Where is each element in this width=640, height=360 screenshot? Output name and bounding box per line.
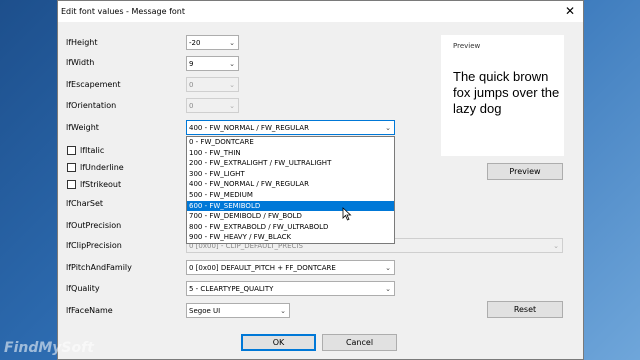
lfitalic-label: lfItalic	[80, 146, 105, 155]
lfquality-label: lfQuality	[66, 284, 100, 293]
lffacename-label: lfFaceName	[66, 306, 113, 315]
lfunderline-label: lfUnderline	[80, 163, 124, 172]
chevron-down-icon: ⌄	[229, 102, 235, 110]
weight-option[interactable]: 400 - FW_NORMAL / FW_REGULAR	[187, 179, 394, 190]
preview-sample-text: The quick brown fox jumps over the lazy …	[453, 69, 560, 116]
preview-caption: Preview	[453, 42, 481, 50]
chevron-down-icon[interactable]: ⌄	[229, 36, 235, 50]
width-spinbox[interactable]: 9 ⌄	[186, 56, 239, 71]
cancel-button[interactable]: Cancel	[322, 334, 397, 351]
weight-option[interactable]: 600 - FW_SEMIBOLD	[187, 200, 394, 212]
underline-checkbox[interactable]	[67, 163, 76, 172]
weight-option[interactable]: 800 - FW_EXTRABOLD / FW_ULTRABOLD	[187, 222, 394, 233]
orientation-value: 0	[189, 102, 194, 110]
lfpitchandfamily-label: lfPitchAndFamily	[66, 263, 132, 272]
height-value: -20	[189, 39, 201, 47]
preview-panel: Preview The quick brown fox jumps over t…	[441, 35, 564, 156]
weight-option[interactable]: 900 - FW_HEAVY / FW_BLACK	[187, 232, 394, 243]
pitchfamily-select[interactable]: 0 [0x00] DEFAULT_PITCH + FF_DONTCARE ⌄	[186, 260, 395, 275]
edit-font-dialog: Edit font values - Message font ✕ lfHeig…	[57, 0, 584, 360]
weight-option[interactable]: 500 - FW_MEDIUM	[187, 190, 394, 201]
weight-option[interactable]: 200 - FW_EXTRALIGHT / FW_ULTRALIGHT	[187, 158, 394, 169]
chevron-down-icon[interactable]: ⌄	[385, 261, 391, 275]
width-value: 9	[189, 60, 194, 68]
facename-value: Segoe UI	[189, 307, 221, 315]
lfwidth-label: lfWidth	[66, 58, 95, 67]
escapement-value: 0	[189, 81, 194, 89]
facename-select[interactable]: Segoe UI ⌄	[186, 303, 290, 318]
weight-value: 400 - FW_NORMAL / FW_REGULAR	[189, 124, 309, 132]
lfheight-label: lfHeight	[66, 38, 98, 47]
strikeout-checkbox[interactable]	[67, 180, 76, 189]
lfstrikeout-label: lfStrikeout	[80, 180, 122, 189]
title-bar: Edit font values - Message font ✕	[58, 1, 583, 22]
weight-option[interactable]: 100 - FW_THIN	[187, 148, 394, 159]
lfweight-label: lfWeight	[66, 123, 99, 132]
italic-checkbox[interactable]	[67, 146, 76, 155]
quality-select[interactable]: 5 - CLEARTYPE_QUALITY ⌄	[186, 281, 395, 296]
reset-button[interactable]: Reset	[487, 301, 563, 318]
dialog-footer: OK Cancel	[58, 326, 583, 359]
weight-option[interactable]: 0 - FW_DONTCARE	[187, 137, 394, 148]
lfoutprecision-label: lfOutPrecision	[66, 221, 122, 230]
weight-select[interactable]: 400 - FW_NORMAL / FW_REGULAR ⌄	[186, 120, 395, 135]
weight-option[interactable]: 700 - FW_DEMIBOLD / FW_BOLD	[187, 211, 394, 222]
mouse-cursor-icon	[342, 207, 352, 221]
escapement-spinbox: 0 ⌄	[186, 77, 239, 92]
lfclipprecision-label: lfClipPrecision	[66, 241, 122, 250]
chevron-down-icon[interactable]: ⌄	[280, 304, 286, 318]
chevron-down-icon: ⌄	[553, 242, 559, 250]
lforientation-label: lfOrientation	[66, 101, 117, 110]
height-spinbox[interactable]: -20 ⌄	[186, 35, 239, 50]
preview-button[interactable]: Preview	[487, 163, 563, 180]
chevron-down-icon[interactable]: ⌄	[385, 282, 391, 296]
watermark-logo: FindMySoft	[4, 340, 94, 356]
close-icon[interactable]: ✕	[563, 4, 577, 18]
lfcharset-label: lfCharSet	[66, 199, 104, 208]
chevron-down-icon: ⌄	[229, 81, 235, 89]
orientation-spinbox: 0 ⌄	[186, 98, 239, 113]
chevron-down-icon[interactable]: ⌄	[385, 121, 391, 135]
pitchfamily-value: 0 [0x00] DEFAULT_PITCH + FF_DONTCARE	[189, 264, 336, 272]
chevron-down-icon[interactable]: ⌄	[229, 57, 235, 71]
ok-button[interactable]: OK	[241, 334, 316, 351]
window-title: Edit font values - Message font	[61, 7, 186, 16]
weight-option[interactable]: 300 - FW_LIGHT	[187, 169, 394, 180]
lfescapement-label: lfEscapement	[66, 80, 121, 89]
quality-value: 5 - CLEARTYPE_QUALITY	[189, 285, 274, 293]
weight-dropdown-list[interactable]: 0 - FW_DONTCARE 100 - FW_THIN 200 - FW_EXT…	[186, 136, 395, 244]
